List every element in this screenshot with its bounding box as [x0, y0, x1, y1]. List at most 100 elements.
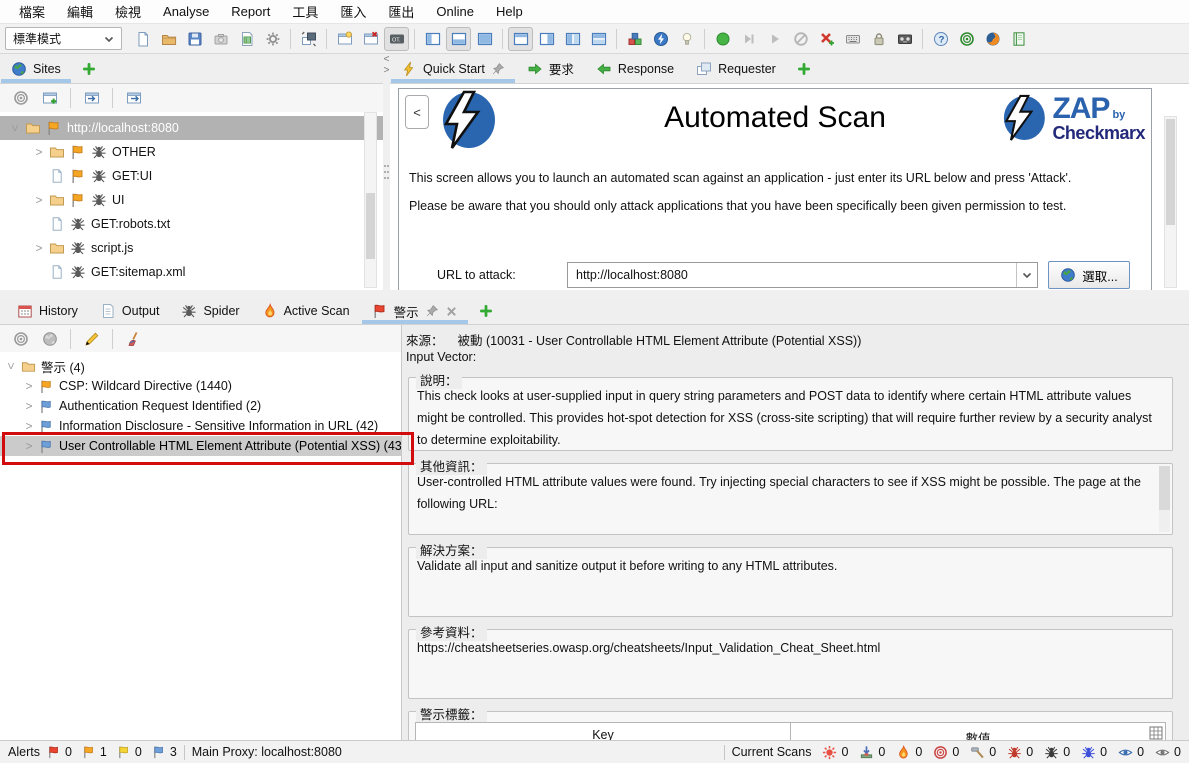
tab-active-scan[interactable]: Active Scan — [251, 298, 361, 324]
keyboard-button[interactable] — [840, 27, 865, 51]
notebook-button[interactable] — [1006, 27, 1031, 51]
tab-response[interactable]: Response — [585, 54, 685, 83]
pin-icon[interactable] — [425, 304, 439, 318]
lightbulb-button[interactable] — [674, 27, 699, 51]
open-folder-button[interactable] — [156, 27, 181, 51]
swap-panels-button[interactable] — [296, 27, 321, 51]
url-to-attack-input[interactable]: http://localhost:8080 — [567, 262, 1038, 288]
panel-a-button[interactable] — [508, 27, 533, 51]
tags-column-key[interactable]: Key — [416, 723, 791, 740]
tree-row-other[interactable]: >OTHER — [0, 140, 383, 164]
panel-c-button[interactable] — [560, 27, 585, 51]
scan-count-flame[interactable]: 0 — [896, 745, 922, 760]
tree-row-csp-wildcard[interactable]: >CSP: Wildcard Directive (1440) — [0, 376, 401, 396]
tab-spider[interactable]: Spider — [170, 298, 250, 324]
pencil-button[interactable] — [79, 327, 104, 351]
save-button[interactable] — [182, 27, 207, 51]
table-options-icon[interactable] — [1148, 725, 1164, 740]
layout-bottom-button[interactable] — [446, 27, 471, 51]
close-icon[interactable] — [445, 305, 458, 318]
add-tab-button[interactable] — [469, 298, 503, 324]
expander-icon[interactable]: > — [34, 193, 44, 207]
other-info-scrollbar[interactable] — [1159, 466, 1170, 532]
expand-right-arrow[interactable]: > — [383, 65, 390, 76]
scan-count-download[interactable]: 0 — [859, 745, 885, 760]
broom-button[interactable] — [121, 327, 146, 351]
tab-history[interactable]: History — [6, 298, 89, 324]
tree-row-get-sitemap[interactable]: GET:sitemap.xml — [0, 260, 383, 284]
target-gray-button[interactable] — [8, 86, 33, 110]
help-button[interactable]: ? — [928, 27, 953, 51]
tab-request[interactable]: 要求 — [516, 54, 585, 83]
expander-icon[interactable]: > — [8, 123, 22, 133]
mode-ot-button[interactable]: OT. — [384, 27, 409, 51]
globe-gray-button[interactable] — [37, 327, 62, 351]
tab-quick-start[interactable]: Quick Start — [390, 54, 516, 83]
vertical-splitter[interactable]: < > — [383, 54, 390, 290]
tree-row-auth-request[interactable]: >Authentication Request Identified (2) — [0, 396, 401, 416]
step-forward-button[interactable] — [736, 27, 761, 51]
menu-item-3[interactable]: Analyse — [152, 2, 220, 21]
tab-alerts[interactable]: 警示 — [361, 298, 469, 324]
window-in-button[interactable] — [79, 86, 104, 110]
menu-item-0[interactable]: 檔案 — [8, 0, 56, 23]
tree-row-get-robots[interactable]: GET:robots.txt — [0, 212, 383, 236]
window-plus-button[interactable] — [37, 86, 62, 110]
tree-row-ui[interactable]: >UI — [0, 188, 383, 212]
menu-item-7[interactable]: 匯出 — [377, 0, 425, 23]
tab-output[interactable]: Output — [89, 298, 171, 324]
tab-sites[interactable]: Sites — [0, 54, 72, 83]
firefox-button[interactable] — [980, 27, 1005, 51]
layout-max-button[interactable] — [472, 27, 497, 51]
expander-icon[interactable]: > — [34, 241, 44, 255]
panel-b-button[interactable] — [534, 27, 559, 51]
tab-requester[interactable]: Requester — [685, 54, 787, 83]
tree-row-script-js[interactable]: >script.js — [0, 236, 383, 260]
horizontal-splitter[interactable] — [0, 290, 1189, 298]
expander-icon[interactable]: > — [24, 399, 34, 413]
tree-row-get-ui[interactable]: GET:UI — [0, 164, 383, 188]
session-x-button[interactable] — [358, 27, 383, 51]
tree-row-alerts-root[interactable]: >警示 (4) — [0, 356, 401, 376]
expander-icon[interactable]: > — [34, 145, 44, 159]
tree-row-user-controllable[interactable]: >User Controllable HTML Element Attribut… — [0, 436, 401, 456]
expander-icon[interactable]: > — [24, 379, 34, 393]
scan-count-spider-dark[interactable]: 0 — [1044, 745, 1070, 760]
new-file-button[interactable] — [130, 27, 155, 51]
scan-count-spider-red[interactable]: 0 — [1007, 745, 1033, 760]
target-gray-button[interactable] — [8, 327, 33, 351]
alert-count-flag-blue[interactable]: 3 — [152, 745, 177, 759]
window-out-button[interactable] — [121, 86, 146, 110]
alert-count-flag-yellow[interactable]: 0 — [117, 745, 142, 759]
sites-scrollbar[interactable] — [364, 112, 377, 288]
target-green-button[interactable] — [954, 27, 979, 51]
tree-row-localhost-8080[interactable]: >http://localhost:8080 — [0, 116, 383, 140]
menu-item-4[interactable]: Report — [220, 2, 281, 21]
expander-icon[interactable]: > — [24, 419, 34, 433]
tree-row-info-disclosure[interactable]: >Information Disclosure - Sensitive Info… — [0, 416, 401, 436]
add-tab-button[interactable] — [787, 54, 821, 83]
snapshot-button[interactable] — [208, 27, 233, 51]
expander-icon[interactable]: > — [24, 439, 34, 453]
x-add-button[interactable] — [814, 27, 839, 51]
tags-column-value[interactable]: 數值 — [791, 723, 1165, 740]
settings-gear-button[interactable] — [260, 27, 285, 51]
menu-item-9[interactable]: Help — [485, 2, 534, 21]
addon-blocks-button[interactable] — [622, 27, 647, 51]
scan-count-eye-gray[interactable]: 0 — [1155, 745, 1181, 760]
lock-button[interactable] — [866, 27, 891, 51]
select-site-button[interactable]: 選取... — [1048, 261, 1130, 289]
scan-count-eye-blue[interactable]: 0 — [1118, 745, 1144, 760]
expander-icon[interactable]: > — [4, 361, 18, 371]
menu-item-6[interactable]: 匯入 — [329, 0, 377, 23]
session-bulb-button[interactable] — [332, 27, 357, 51]
scan-count-hammer[interactable]: 0 — [970, 745, 996, 760]
quickstart-scrollbar[interactable] — [1164, 116, 1177, 288]
add-tab-button[interactable] — [72, 54, 106, 83]
stop-slash-button[interactable] — [788, 27, 813, 51]
alert-count-flag-red[interactable]: 0 — [47, 745, 72, 759]
play-button[interactable] — [762, 27, 787, 51]
mode-select[interactable]: 標準模式 — [5, 27, 122, 50]
tape-button[interactable] — [892, 27, 917, 51]
menu-item-1[interactable]: 編輯 — [56, 0, 104, 23]
